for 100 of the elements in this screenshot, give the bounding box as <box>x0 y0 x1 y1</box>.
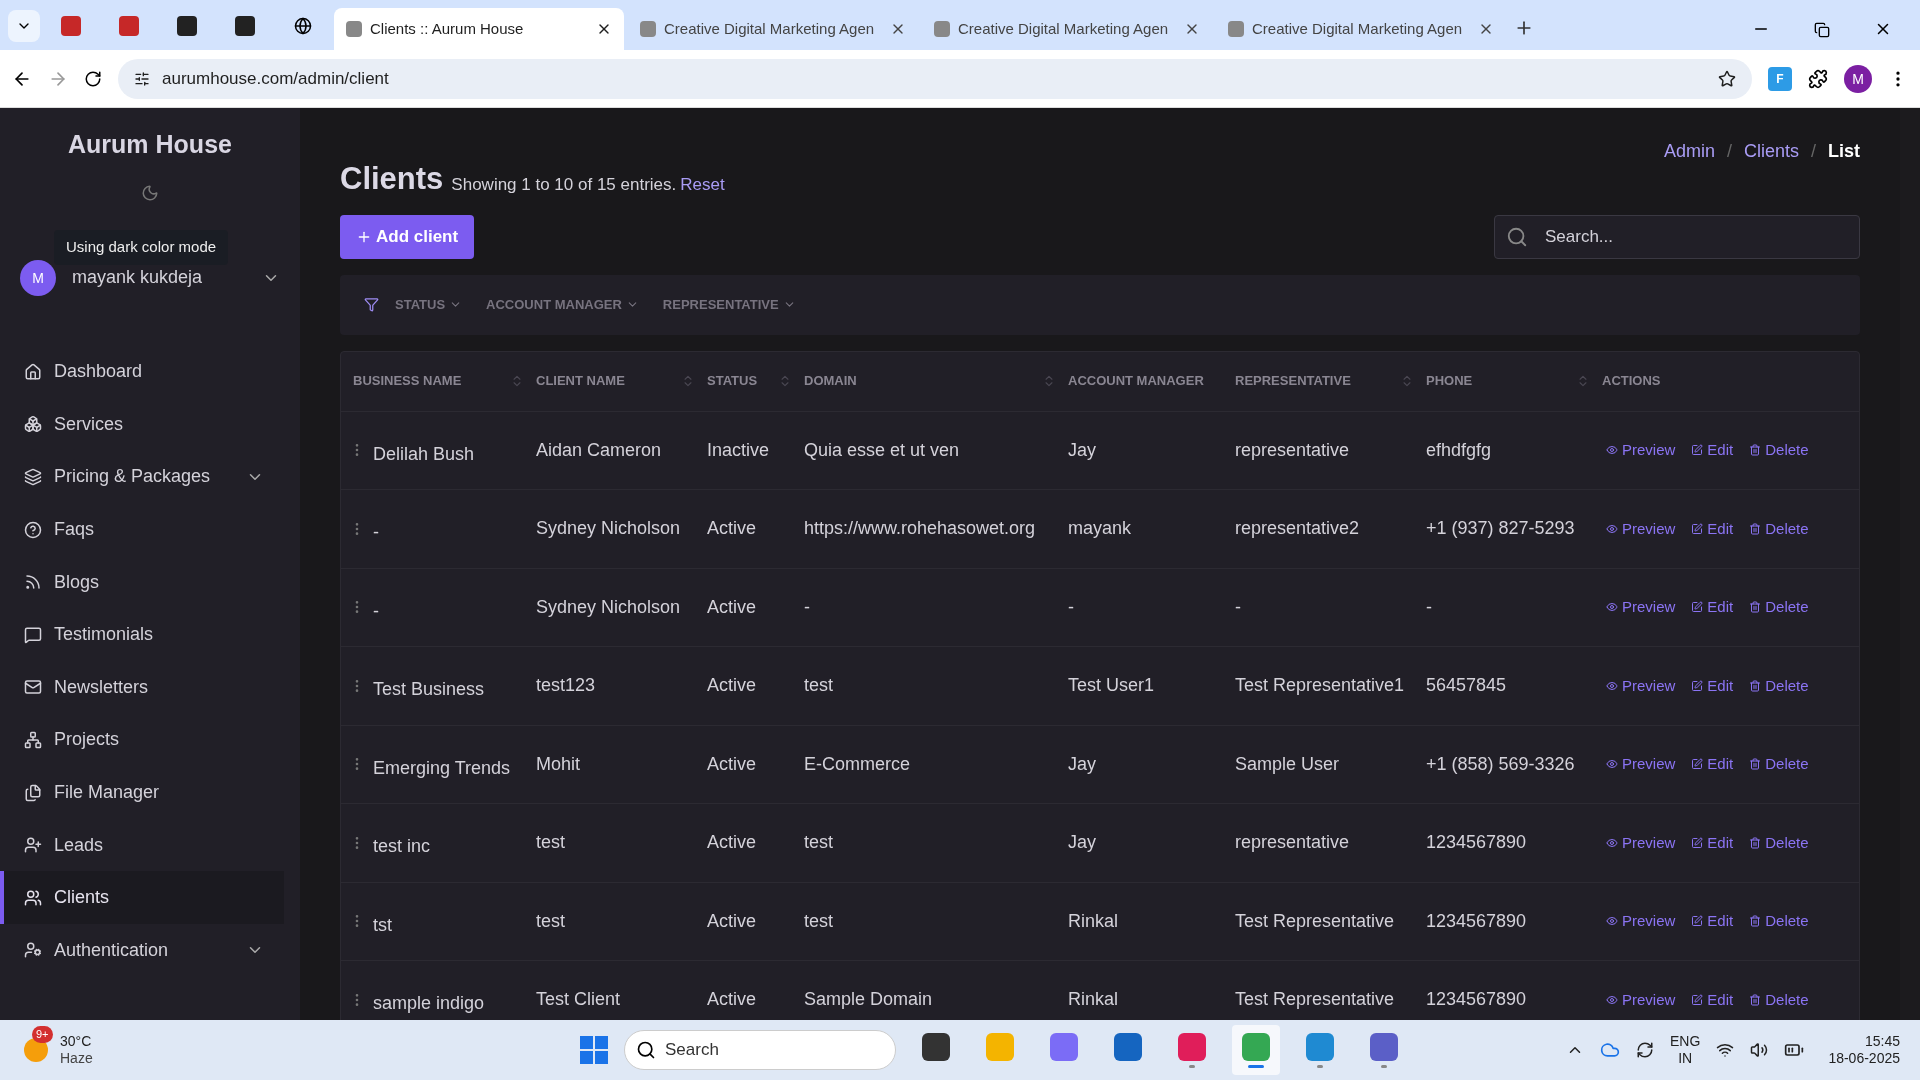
row-action-link[interactable]: Delete <box>1749 517 1809 540</box>
trash-icon <box>1749 522 1762 535</box>
row-action-link[interactable]: Preview <box>1606 831 1676 854</box>
nav-item[interactable]: Leads <box>0 818 284 872</box>
profile-avatar[interactable]: M <box>1844 64 1872 93</box>
row-action-link[interactable]: Delete <box>1749 831 1809 854</box>
row-action-link[interactable]: Delete <box>1749 439 1809 462</box>
extension-icon[interactable]: F <box>1768 66 1792 91</box>
site-icon <box>177 16 197 36</box>
row-action-link[interactable]: Delete <box>1749 988 1809 1011</box>
trash-icon <box>1749 915 1762 928</box>
nav-item[interactable]: Dashboard <box>0 345 284 399</box>
nav-item[interactable]: Testimonials <box>0 608 284 662</box>
table-cell-text: test <box>804 674 833 698</box>
language-indicator[interactable]: IN <box>1678 1050 1693 1068</box>
tab-list-button[interactable] <box>8 10 40 42</box>
table-cell-text: 1234567890 <box>1426 831 1527 855</box>
table-cell-text: Active <box>707 517 757 541</box>
table-cell-text: test inc <box>373 835 431 859</box>
search-icon <box>636 1040 656 1060</box>
nav-item[interactable]: File Manager <box>0 766 284 819</box>
extensions-icon[interactable] <box>1808 68 1828 89</box>
row-action-link[interactable]: Edit <box>1691 988 1734 1011</box>
row-action-link[interactable]: Preview <box>1606 439 1676 462</box>
row-action-link[interactable]: Delete <box>1749 596 1809 619</box>
add-client-button[interactable]: Add client <box>340 214 475 259</box>
site-icon <box>119 16 139 36</box>
row-action-link[interactable]: Edit <box>1691 517 1734 540</box>
clock-time[interactable]: 15:45 <box>1864 1032 1900 1050</box>
table-cell-text: test <box>804 909 833 933</box>
weather-icon[interactable] <box>24 1038 48 1062</box>
eye-icon <box>1606 758 1618 771</box>
edit-icon <box>1691 915 1704 928</box>
row-action-link[interactable]: Edit <box>1691 439 1734 462</box>
row-action-link[interactable]: Preview <box>1606 596 1676 619</box>
filter-dropdown[interactable]: REPRESENTATIVE <box>662 294 796 315</box>
edit-icon <box>1691 444 1704 457</box>
row-action-link[interactable]: Preview <box>1606 674 1676 697</box>
user-name[interactable]: mayank kukdeja <box>72 264 246 291</box>
row-action-link[interactable]: Delete <box>1749 910 1809 933</box>
bookmark-star-icon[interactable] <box>1718 69 1736 88</box>
table-cell-text: Test Client <box>536 988 621 1012</box>
address-bar[interactable]: aurumhouse.com/admin/client <box>118 58 1752 99</box>
browser-tab[interactable]: Creative Digital Marketing Agen <box>628 8 918 50</box>
language-indicator[interactable]: ENG <box>1670 1032 1701 1050</box>
column-header[interactable]: BUSINESS NAME <box>353 371 536 391</box>
table-cell-text: Active <box>707 752 757 776</box>
row-action-link[interactable]: Edit <box>1691 831 1734 854</box>
nav-item[interactable]: Authentication <box>0 924 284 977</box>
start-icon[interactable] <box>580 1036 608 1064</box>
nav-item[interactable]: Services <box>0 398 284 451</box>
restore-icon[interactable] <box>1814 22 1830 38</box>
clock-date[interactable]: 18-06-2025 <box>1828 1050 1900 1068</box>
column-header[interactable]: PHONE <box>1426 371 1602 391</box>
column-header[interactable]: DOMAIN <box>804 371 1068 391</box>
filter-dropdown[interactable]: STATUS <box>395 294 463 315</box>
sync-icon[interactable] <box>1636 1041 1655 1059</box>
browser-tab[interactable]: Creative Digital Marketing Agen <box>922 8 1212 50</box>
taskbar-search-field[interactable]: Search <box>624 1030 896 1070</box>
row-action-link[interactable]: Delete <box>1749 753 1809 776</box>
column-header[interactable]: CLIENT NAME <box>536 371 707 391</box>
nav-item[interactable]: Clients <box>0 871 284 925</box>
breadcrumb-link[interactable]: Clients <box>1743 138 1799 165</box>
house-icon <box>24 362 42 381</box>
nav-item[interactable]: Faqs <box>0 503 284 556</box>
nav-item[interactable]: Projects <box>0 713 284 767</box>
table-cell-text: Aidan Cameron <box>536 438 662 462</box>
row-action-link[interactable]: Edit <box>1691 596 1734 619</box>
breadcrumb-link[interactable]: Admin <box>1663 138 1715 165</box>
reset-link[interactable]: Reset <box>680 172 725 198</box>
row-action-link[interactable]: Delete <box>1749 674 1809 697</box>
column-header[interactable]: REPRESENTATIVE <box>1235 371 1426 391</box>
reload-icon[interactable] <box>84 69 102 88</box>
search-field[interactable]: Search... <box>1494 214 1860 259</box>
site-settings-icon[interactable] <box>134 70 150 87</box>
row-action-link[interactable]: Preview <box>1606 753 1676 776</box>
row-action-link[interactable]: Edit <box>1691 674 1734 697</box>
row-action-link[interactable]: Edit <box>1691 910 1734 933</box>
row-action-link[interactable]: Edit <box>1691 753 1734 776</box>
nav-item[interactable]: Blogs <box>0 555 284 609</box>
column-header: ACTIONS <box>1602 372 1662 391</box>
nav-item[interactable]: Pricing & Packages <box>0 450 284 504</box>
volume-icon[interactable] <box>1750 1041 1769 1059</box>
user-icon <box>24 941 42 960</box>
breadcrumb-link[interactable]: List <box>1828 138 1860 165</box>
browser-tab[interactable]: Clients :: Aurum House <box>334 8 624 50</box>
column-header[interactable]: STATUS <box>707 371 804 391</box>
cloud-icon[interactable] <box>1600 1040 1621 1060</box>
table-cell-text: representative <box>1235 438 1350 462</box>
notification-badge: 9+ <box>32 1026 53 1043</box>
row-action-link[interactable]: Preview <box>1606 988 1676 1011</box>
edit-icon <box>1691 601 1704 614</box>
wifi-icon[interactable] <box>1716 1041 1735 1059</box>
row-action-link[interactable]: Preview <box>1606 910 1676 933</box>
nav-item[interactable]: Newsletters <box>0 661 284 714</box>
row-action-link[interactable]: Preview <box>1606 517 1676 540</box>
browser-tab[interactable]: Creative Digital Marketing Agen <box>1216 8 1506 50</box>
table-cell-text: 56457845 <box>1426 674 1507 698</box>
filter-dropdown[interactable]: ACCOUNT MANAGER <box>486 294 639 315</box>
moon-icon[interactable] <box>141 183 159 202</box>
